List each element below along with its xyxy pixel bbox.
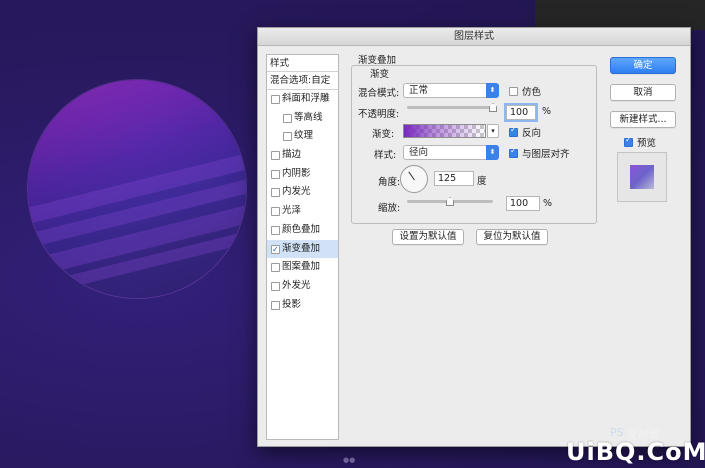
layer-style-dialog: 图层样式 样式 混合选项:自定 斜面和浮雕等高线纹理描边内阴影内发光光泽颜色叠加… xyxy=(257,27,691,447)
effect-checkbox[interactable] xyxy=(271,95,280,104)
scale-input[interactable]: 100 xyxy=(506,196,540,211)
effect-list-item[interactable]: 斜面和浮雕 xyxy=(267,90,338,109)
section-title: 渐变叠加 xyxy=(358,55,397,66)
effect-list-item[interactable]: 内阴影 xyxy=(267,165,338,184)
effect-checkbox[interactable] xyxy=(271,151,280,161)
opacity-label: 不透明度: xyxy=(358,109,400,120)
style-list: 样式 混合选项:自定 斜面和浮雕等高线纹理描边内阴影内发光光泽颜色叠加渐变叠加图… xyxy=(266,54,339,440)
effect-checkbox[interactable] xyxy=(283,132,292,142)
chevron-updown-icon: ⬍ xyxy=(486,83,499,98)
opacity-unit: % xyxy=(542,106,552,117)
gradient-style-value: 径向 xyxy=(409,147,429,158)
effect-list: 斜面和浮雕等高线纹理描边内阴影内发光光泽颜色叠加渐变叠加图案叠加外发光投影 xyxy=(267,90,338,314)
effect-label: 光泽 xyxy=(282,205,302,217)
checkbox-box xyxy=(509,125,518,137)
effect-checkbox[interactable] xyxy=(271,241,280,259)
effect-checkbox[interactable] xyxy=(271,207,280,217)
effect-label: 图案叠加 xyxy=(282,261,321,273)
chevron-down-icon[interactable]: ▾ xyxy=(487,124,499,138)
effect-list-item[interactable]: 外发光 xyxy=(267,277,338,296)
effect-checkbox[interactable] xyxy=(283,113,292,123)
effect-label: 描边 xyxy=(282,149,302,161)
style-label: 样式: xyxy=(374,150,397,161)
gradient-label: 渐变: xyxy=(372,129,395,140)
make-default-button[interactable]: 设置为默认值 xyxy=(392,229,464,245)
opacity-slider[interactable] xyxy=(407,106,493,109)
watermark-brand: UiBQ.CoM xyxy=(566,438,705,466)
angle-dial[interactable] xyxy=(400,165,428,193)
effect-label: 内阴影 xyxy=(282,167,311,179)
reverse-label: 反向 xyxy=(522,128,542,139)
gradient-style-select[interactable]: 径向 ⬍ xyxy=(403,145,499,160)
effect-label: 颜色叠加 xyxy=(282,223,321,235)
effect-label: 内发光 xyxy=(282,186,311,198)
checkbox-box xyxy=(624,135,633,147)
new-style-button[interactable]: 新建样式... xyxy=(610,111,676,128)
angle-needle xyxy=(408,171,415,181)
reverse-checkbox[interactable]: 反向 xyxy=(509,125,541,139)
blend-mode-value: 正常 xyxy=(409,85,429,96)
effect-list-item[interactable]: 光泽 xyxy=(267,202,338,221)
opacity-input[interactable]: 100 xyxy=(506,105,536,120)
effect-list-item[interactable]: 纹理 xyxy=(267,127,338,146)
effect-checkbox[interactable] xyxy=(271,188,280,198)
cancel-button[interactable]: 取消 xyxy=(610,84,676,101)
style-list-header[interactable]: 样式 xyxy=(267,55,338,72)
watermark-logo: PS 爱好者 UiBQ.CoM xyxy=(566,424,705,468)
effect-list-item[interactable]: 内发光 xyxy=(267,183,338,202)
effect-checkbox[interactable] xyxy=(271,169,280,179)
canvas-badge-icon: ●● xyxy=(343,456,356,464)
effect-list-item[interactable]: 渐变叠加 xyxy=(267,239,338,259)
effect-label: 渐变叠加 xyxy=(282,242,321,254)
blend-mode-select[interactable]: 正常 ⬍ xyxy=(403,83,499,98)
effect-checkbox[interactable] xyxy=(271,300,280,310)
preview-swatch xyxy=(630,165,654,189)
effect-checkbox[interactable] xyxy=(271,281,280,291)
align-label: 与图层对齐 xyxy=(522,149,570,160)
pasteboard-area xyxy=(535,0,705,30)
blend-options-item[interactable]: 混合选项:自定 xyxy=(267,72,338,90)
style-preview xyxy=(617,152,667,202)
effect-list-item[interactable]: 描边 xyxy=(267,146,338,165)
scale-unit: % xyxy=(543,198,553,209)
effect-label: 外发光 xyxy=(282,279,311,291)
reset-default-button[interactable]: 复位为默认值 xyxy=(476,229,548,245)
effect-list-item[interactable]: 颜色叠加 xyxy=(267,221,338,240)
angle-label: 角度: xyxy=(378,177,401,188)
gradient-subtitle: 渐变 xyxy=(368,66,392,80)
effect-label: 等高线 xyxy=(294,111,323,123)
effect-list-item[interactable]: 等高线 xyxy=(267,109,338,128)
blend-mode-label: 混合模式: xyxy=(358,88,400,99)
effect-label: 纹理 xyxy=(294,130,314,142)
effect-label: 斜面和浮雕 xyxy=(282,93,330,104)
angle-unit: 度 xyxy=(477,176,487,187)
preview-label: 预览 xyxy=(637,138,657,149)
effect-label: 投影 xyxy=(282,298,302,310)
gradient-picker[interactable] xyxy=(403,124,486,138)
preview-checkbox[interactable]: 预览 xyxy=(624,135,656,149)
chevron-updown-icon: ⬍ xyxy=(486,145,499,160)
checkbox-box xyxy=(509,87,518,96)
angle-input[interactable]: 125 xyxy=(434,171,474,186)
dither-label: 仿色 xyxy=(522,87,542,98)
ok-button[interactable]: 确定 xyxy=(610,57,676,74)
dialog-title: 图层样式 xyxy=(258,28,690,46)
planet-artwork xyxy=(28,80,246,298)
effect-checkbox[interactable] xyxy=(271,225,280,235)
dither-checkbox[interactable]: 仿色 xyxy=(509,84,541,98)
checkbox-box xyxy=(509,146,518,158)
scale-label: 缩放: xyxy=(378,203,401,214)
effect-list-item[interactable]: 图案叠加 xyxy=(267,258,338,277)
effect-list-item[interactable]: 投影 xyxy=(267,296,338,315)
align-with-layer-checkbox[interactable]: 与图层对齐 xyxy=(509,146,570,160)
effect-checkbox[interactable] xyxy=(271,263,280,273)
